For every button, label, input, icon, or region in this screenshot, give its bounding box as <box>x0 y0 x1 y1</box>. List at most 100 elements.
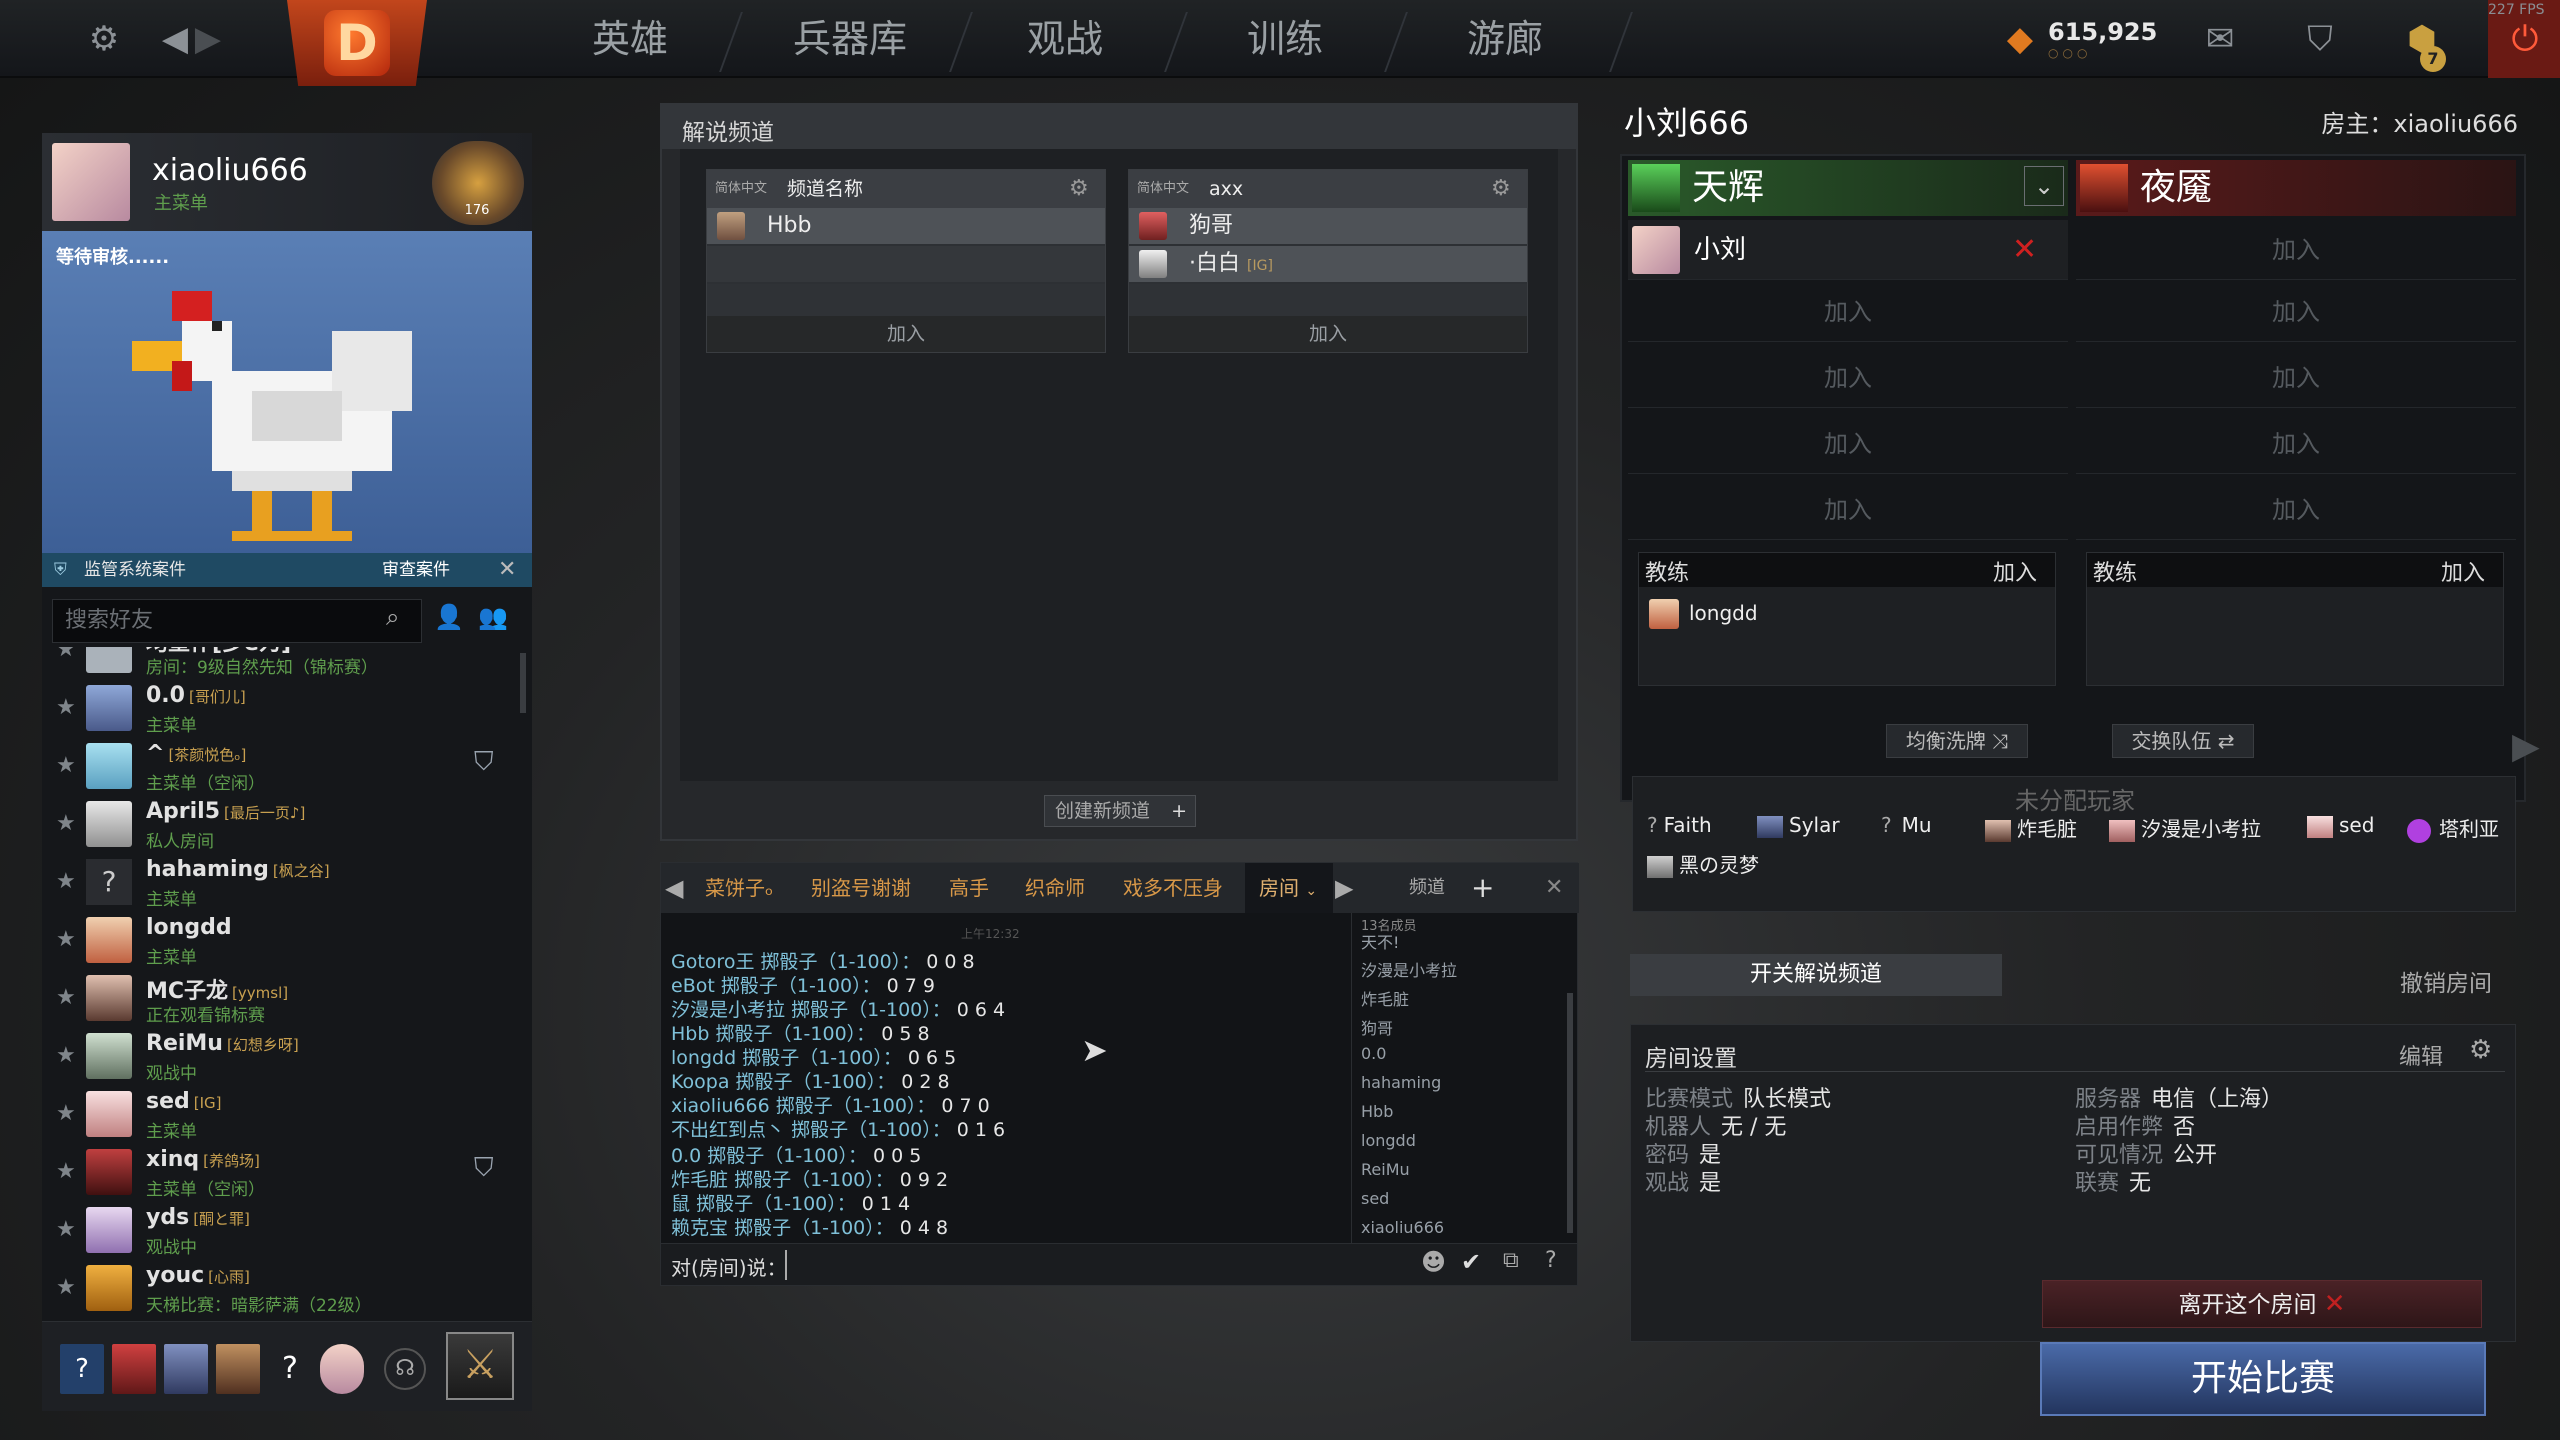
radiant-slot-1[interactable]: 小刘 ✕ <box>1628 220 2068 280</box>
radiant-slot-4[interactable]: 加入 <box>1628 414 2068 474</box>
gear-icon[interactable]: ⚙ <box>82 0 126 78</box>
tab-room[interactable]: 房间 ⌄ <box>1245 863 1333 913</box>
radiant-slot-5[interactable]: 加入 <box>1628 480 2068 540</box>
chat-member[interactable]: sed <box>1361 1189 1389 1208</box>
help-icon[interactable]: ? <box>1545 1248 1557 1273</box>
radiant-slot-3[interactable]: 加入 <box>1628 348 2068 408</box>
dire-slot-3[interactable]: 加入 <box>2076 348 2516 408</box>
coach-join-button[interactable]: 加入 <box>2441 555 2485 587</box>
chat-member[interactable]: 0.0 <box>1361 1044 1386 1063</box>
tab-scroll-right-icon[interactable]: ▶ <box>1335 863 1353 913</box>
profile-showcase[interactable]: 等待审核...... <box>42 231 532 553</box>
friends-list-icon[interactable]: 👥 <box>478 603 508 631</box>
gear-icon[interactable]: ⚙ <box>1069 170 1089 208</box>
avatar[interactable] <box>320 1344 364 1394</box>
channel-slot[interactable]: ·白白 [IG] <box>1129 246 1527 282</box>
voice-icon[interactable]: ☊ <box>384 1348 426 1390</box>
tab-chat-5[interactable]: 戏多不压身 <box>1123 863 1223 913</box>
chat-member[interactable]: xiaoliu666 <box>1361 1218 1444 1237</box>
party-shield-icon[interactable]: ⛉ <box>474 747 494 778</box>
star-icon[interactable]: ★ <box>56 1159 76 1184</box>
battle-pass-icon[interactable]: ⚔ <box>446 1332 514 1400</box>
search-icon[interactable]: ⌕ <box>386 603 399 631</box>
close-icon[interactable]: ✕ <box>1545 863 1563 913</box>
chat-input[interactable] <box>785 1250 1345 1280</box>
unassigned-player[interactable]: ? Mu <box>1881 813 1932 837</box>
tab-chat-3[interactable]: 高手 <box>949 863 989 913</box>
channel-join-button[interactable]: 加入 <box>707 316 1105 352</box>
kick-player-icon[interactable]: ✕ <box>2012 220 2037 280</box>
list-item[interactable]: ★均墨作[多e为]房间：9级自然先知（锦标赛） <box>42 647 532 679</box>
unassigned-player[interactable]: 炸毛脏 <box>1985 813 2077 842</box>
channel-slot[interactable]: 狗哥 <box>1129 208 1527 244</box>
list-item[interactable]: ★ ReiMu [幻想乡呀] 观战中 <box>42 1027 532 1085</box>
forward-arrow-icon[interactable]: ▶ <box>194 0 222 78</box>
chevron-down-icon[interactable]: ⌄ <box>2024 166 2064 206</box>
dire-slot-4[interactable]: 加入 <box>2076 414 2516 474</box>
unassigned-player[interactable]: 塔利亚 <box>2407 813 2499 843</box>
nav-armory[interactable]: 兵器库 <box>750 0 950 78</box>
nav-watch[interactable]: 观战 <box>965 0 1165 78</box>
tab-chat-2[interactable]: 别盗号谢谢 <box>811 863 911 913</box>
close-icon[interactable]: ✕ <box>498 553 516 587</box>
channel-slot-empty[interactable] <box>1129 284 1527 320</box>
unassigned-player[interactable]: ? Faith <box>1647 813 1712 837</box>
toggle-broadcast-button[interactable]: 开关解说频道 <box>1630 954 2002 996</box>
tab-chat-1[interactable]: 菜饼子ₒ <box>705 863 773 913</box>
chat-member[interactable]: ReiMu <box>1361 1160 1410 1179</box>
unassigned-player[interactable]: 汐漫是小考拉 <box>2109 813 2261 842</box>
unknown-hero-icon[interactable]: ? <box>60 1344 104 1394</box>
list-item[interactable]: ★ April5 [最后一页♪] 私人房间 <box>42 795 532 853</box>
list-item[interactable]: ★ 0.0 [哥们儿] 主菜单 <box>42 679 532 737</box>
back-arrow-icon[interactable]: ◀ <box>158 0 192 78</box>
channel-slot-empty[interactable] <box>707 246 1105 282</box>
mail-icon[interactable]: ✉ <box>2190 0 2250 78</box>
chat-member[interactable]: hahaming <box>1361 1073 1441 1092</box>
list-item[interactable]: ★? hahaming [枫之谷] 主菜单 <box>42 853 532 911</box>
chat-member[interactable]: Hbb <box>1361 1102 1393 1121</box>
unassigned-player[interactable]: sed <box>2307 813 2374 838</box>
add-channel-icon[interactable]: + <box>1471 863 1494 913</box>
gear-icon[interactable]: ⚙ <box>2469 1035 2492 1065</box>
channel-join-button[interactable]: 加入 <box>1129 316 1527 352</box>
hero-portrait[interactable] <box>112 1344 156 1394</box>
list-item[interactable]: ★ MC子龙 [yymsl] 正在观看锦标赛 <box>42 969 532 1027</box>
profile-header[interactable]: xiaoliu666 主菜单 176 <box>42 133 532 231</box>
dire-slot-1[interactable]: 加入 <box>2076 220 2516 280</box>
unassigned-player[interactable]: 黑の灵梦 <box>1647 849 1759 878</box>
dire-slot-2[interactable]: 加入 <box>2076 282 2516 342</box>
nav-learn[interactable]: 训练 <box>1185 0 1385 78</box>
tab-chat-4[interactable]: 织命师 <box>1025 863 1085 913</box>
list-item[interactable]: ★ youc [心雨] 天梯比赛：暗影萨满（22级） <box>42 1259 532 1317</box>
list-item[interactable]: ★ longdd 主菜单 <box>42 911 532 969</box>
star-icon[interactable]: ★ <box>56 927 76 952</box>
nav-arcade[interactable]: 游廊 <box>1405 0 1605 78</box>
list-item[interactable]: ★ yds [酮と罪] 观战中 <box>42 1201 532 1259</box>
star-icon[interactable]: ★ <box>56 869 76 894</box>
star-icon[interactable]: ★ <box>56 647 76 662</box>
edit-settings-button[interactable]: 编辑 <box>2399 1039 2443 1071</box>
dota-logo-icon[interactable]: D <box>287 0 427 86</box>
coach-join-button[interactable]: 加入 <box>1993 555 2037 587</box>
hero-portrait[interactable] <box>216 1344 260 1394</box>
members-scrollbar[interactable] <box>1567 993 1573 1233</box>
emoji-icon[interactable]: ☻ <box>1421 1248 1446 1276</box>
chat-member[interactable]: 炸毛脏 <box>1361 986 1409 1010</box>
channels-label[interactable]: 频道 <box>1409 863 1445 913</box>
swap-teams-button[interactable]: 交换队伍 ⇄ <box>2112 724 2254 758</box>
channel-slot[interactable]: Hbb <box>707 208 1105 244</box>
hero-portrait[interactable] <box>164 1344 208 1394</box>
chat-member[interactable]: longdd <box>1361 1131 1416 1150</box>
create-channel-button[interactable]: 创建新频道 + <box>1044 795 1196 827</box>
chat-member[interactable]: 汐漫是小考拉 <box>1361 957 1457 981</box>
friend-search-input[interactable]: 搜索好友 <box>52 599 422 643</box>
chat-member[interactable]: 天不! <box>1361 929 1399 953</box>
star-icon[interactable]: ★ <box>56 695 76 720</box>
star-icon[interactable]: ★ <box>56 1275 76 1300</box>
star-icon[interactable]: ★ <box>56 1043 76 1068</box>
star-icon[interactable]: ★ <box>56 1101 76 1126</box>
start-game-button[interactable]: 开始比赛 <box>2040 1342 2486 1416</box>
friends-scrollbar[interactable] <box>520 653 526 713</box>
star-icon[interactable]: ★ <box>56 753 76 778</box>
radiant-slot-2[interactable]: 加入 <box>1628 282 2068 342</box>
